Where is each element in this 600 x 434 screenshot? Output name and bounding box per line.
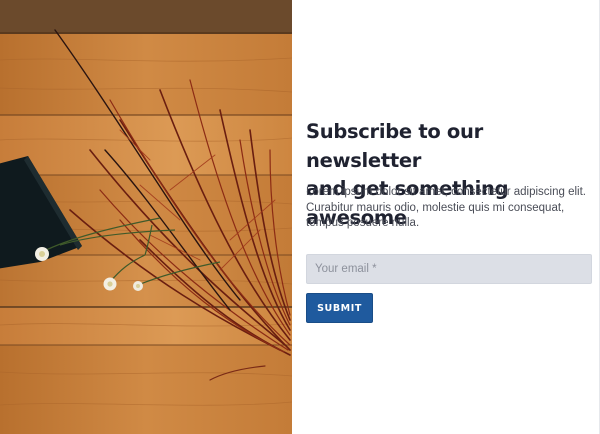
email-input[interactable] bbox=[306, 254, 592, 284]
submit-button[interactable]: SUBMIT bbox=[306, 293, 373, 323]
newsletter-page: Subscribe to our newsletter and get some… bbox=[0, 0, 600, 434]
newsletter-description: Lorem ipsum dolor sit amet, consectetur … bbox=[306, 186, 586, 229]
headline-line-1: Subscribe to our newsletter bbox=[306, 120, 483, 172]
hero-photo bbox=[0, 0, 292, 434]
subscribe-panel: Subscribe to our newsletter and get some… bbox=[292, 0, 600, 434]
wood-table-photo bbox=[0, 0, 292, 434]
